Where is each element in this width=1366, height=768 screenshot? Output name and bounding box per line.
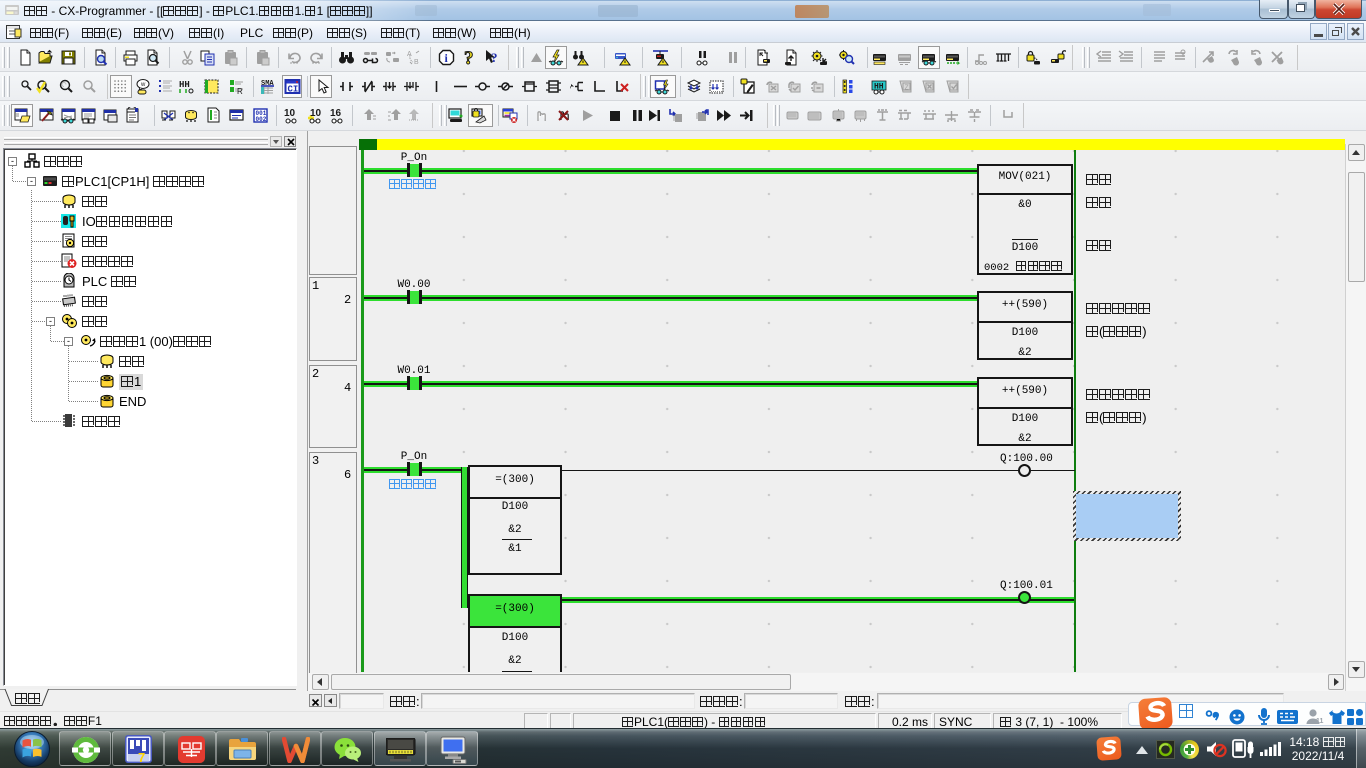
svg-text:10: 10 (284, 108, 296, 119)
svg-text:10: 10 (310, 108, 322, 119)
svg-text:w: w (140, 82, 146, 88)
svg-text:Z: Z (905, 85, 910, 92)
svg-text:CI: CI (288, 85, 299, 95)
svg-text:HH: HH (179, 80, 190, 90)
svg-text:11: 11 (1316, 718, 1324, 725)
svg-text:R: R (237, 87, 243, 95)
svg-text:SMA: SMA (261, 80, 274, 88)
svg-text:A: A (407, 51, 412, 58)
svg-text:B: B (414, 59, 419, 66)
svg-text:002: 002 (256, 116, 267, 123)
svg-text:16: 16 (330, 108, 342, 119)
svg-text:?: ? (491, 50, 498, 65)
svg-text:7: 7 (138, 750, 145, 765)
svg-text:?: ? (464, 49, 474, 66)
